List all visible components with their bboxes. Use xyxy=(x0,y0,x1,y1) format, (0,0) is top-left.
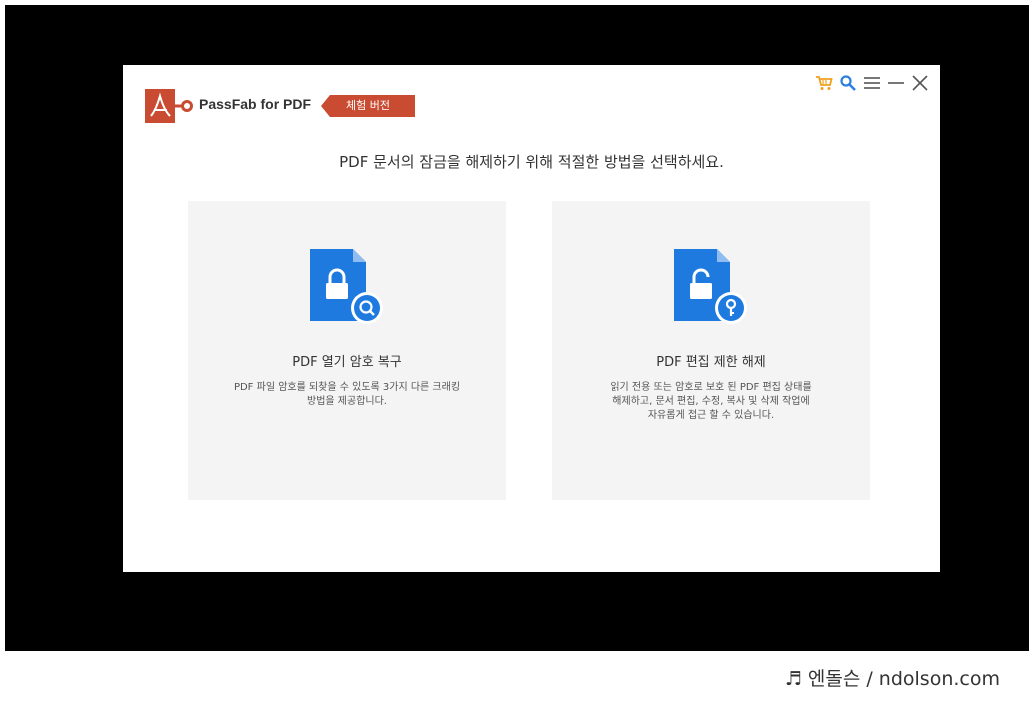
card-description-line: 해제하고, 문서 편집, 수정, 복사 및 삭제 작업에 xyxy=(612,396,810,407)
card-description: PDF 파일 암호를 되찾을 수 있도록 3가지 다른 크래킹 방법을 제공합니… xyxy=(208,381,486,409)
pdf-lock-search-icon xyxy=(310,249,383,324)
search-icon[interactable] xyxy=(838,73,858,93)
screenshot-frame: PassFab for PDF 체험 버전 PDF 문서의 잠금을 해제하기 위… xyxy=(5,5,1029,651)
minimize-icon[interactable] xyxy=(886,73,906,93)
card-description: 읽기 전용 또는 암호로 보호 된 PDF 편집 상태를 해제하고, 문서 편집… xyxy=(572,381,850,423)
card-title: PDF 열기 암호 복구 xyxy=(292,355,402,370)
app-brand-name: PassFab for PDF xyxy=(199,96,312,112)
card-description-line: 방법을 제공합니다. xyxy=(307,396,387,407)
card-description-line: PDF 파일 암호를 되찾을 수 있도록 3가지 다른 크래킹 xyxy=(233,382,461,393)
passfab-logo-icon xyxy=(145,89,193,123)
trial-version-badge[interactable]: 체험 버전 xyxy=(321,95,415,117)
card-description-line: 읽기 전용 또는 암호로 보호 된 PDF 편집 상태를 xyxy=(610,382,812,393)
card-pdf-edit-restriction-removal[interactable]: PDF 편집 제한 해제 읽기 전용 또는 암호로 보호 된 PDF 편집 상태… xyxy=(552,201,870,500)
close-icon[interactable] xyxy=(910,73,930,93)
titlebar-controls xyxy=(814,73,930,93)
watermark: ♬ 엔돌슨 / ndolson.com xyxy=(784,667,1000,690)
card-title: PDF 편집 제한 해제 xyxy=(656,355,766,370)
pdf-lock-key-icon xyxy=(674,249,747,324)
card-pdf-open-password-recovery[interactable]: PDF 열기 암호 복구 PDF 파일 암호를 되찾을 수 있도록 3가지 다른… xyxy=(188,201,506,500)
page-heading: PDF 문서의 잠금을 해제하기 위해 적절한 방법을 선택하세요. xyxy=(339,153,724,171)
app-window: PassFab for PDF 체험 버전 PDF 문서의 잠금을 해제하기 위… xyxy=(123,65,940,572)
card-description-line: 자유롭게 접근 할 수 있습니다. xyxy=(647,410,775,421)
cart-icon[interactable] xyxy=(814,73,834,93)
menu-icon[interactable] xyxy=(862,73,882,93)
